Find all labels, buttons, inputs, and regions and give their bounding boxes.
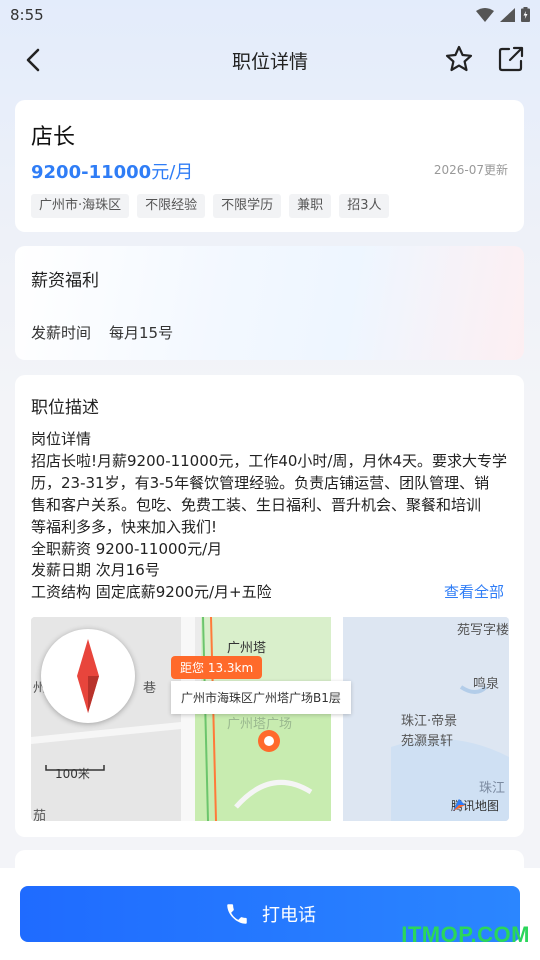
description-line: 工资结构 固定底薪9200元/月+五险: [31, 583, 272, 602]
battery-icon: [521, 7, 530, 22]
map-label-river: 珠江: [479, 781, 506, 796]
nav-bar: 职位详情: [0, 38, 540, 82]
phone-icon: [227, 904, 247, 924]
map-label-garden: 苑写字楼: [457, 623, 509, 638]
map-label-bottom-left: 茄: [33, 809, 47, 821]
status-bar: 8:55: [0, 0, 540, 32]
pay-time-label: 发薪时间: [31, 324, 92, 342]
star-icon[interactable]: [444, 44, 474, 74]
call-button-label: 打电话: [262, 905, 316, 926]
location-map[interactable]: 广州塔 苑写字楼 鸣泉 珠江·帝景 苑灏景轩 珠江 广州塔广场 州 巷 茄 距您…: [31, 617, 509, 821]
job-title: 店长: [31, 125, 76, 150]
signal-icon: [500, 7, 515, 22]
description-line: 发薪日期 次月16号: [31, 561, 160, 580]
map-label-left-2: 巷: [143, 681, 157, 696]
watermark: ITMOP.COM: [401, 922, 530, 947]
wifi-icon: [476, 7, 494, 22]
description-line: 等福利多多，快来加入我们!: [31, 517, 218, 536]
job-salary: 9200-11000元/月: [31, 158, 193, 184]
map-label-district-2: 苑灏景轩: [401, 734, 454, 749]
description-line: 岗位详情: [31, 430, 92, 448]
salary-benefits-card: 薪资福利 发薪时间 每月15号: [15, 246, 524, 360]
description-line: 招店长啦!月薪9200-11000元，工作40小时/周，月休4天。要求大专学: [31, 451, 508, 470]
job-description-card: 职位描述 岗位详情 招店长啦!月薪9200-11000元，工作40小时/周，月休…: [15, 375, 524, 837]
description-line: 历，23-31岁，有3-5年餐饮管理经验。负责店铺运营、团队管理、销: [31, 473, 490, 492]
location-pin-icon: [258, 730, 280, 752]
job-tags: 广州市·海珠区 不限经验 不限学历 兼职 招3人: [31, 194, 390, 218]
map-label-district-1: 珠江·帝景: [401, 714, 458, 729]
salary-range: 9200-11000: [31, 162, 152, 183]
description-text: 岗位详情 招店长啦!月薪9200-11000元，工作40小时/周，月休4天。要求…: [31, 429, 511, 604]
map-label-tower: 广州塔: [227, 641, 267, 656]
tencent-map-icon: [452, 799, 465, 811]
tag-education: 不限学历: [213, 194, 282, 218]
share-icon[interactable]: [496, 44, 526, 74]
compass-needle-icon: [77, 639, 99, 713]
status-icons: [476, 7, 530, 22]
map-scale: 100米: [45, 765, 105, 782]
distance-badge: 距您 13.3km: [171, 656, 263, 679]
status-time: 8:55: [10, 6, 44, 24]
tag-experience: 不限经验: [137, 194, 206, 218]
map-provider-logo: 腾讯地图: [451, 797, 499, 814]
tag-location: 广州市·海珠区: [31, 194, 130, 218]
pay-time-row: 发薪时间 每月15号: [31, 322, 173, 343]
map-address-box: 广州市海珠区广州塔广场B1层: [171, 681, 351, 714]
job-summary-card: 店长 9200-11000元/月 2026-07更新 广州市·海珠区 不限经验 …: [15, 100, 524, 232]
tag-job-type: 兼职: [289, 194, 332, 218]
tag-headcount: 招3人: [339, 194, 390, 218]
scale-bar-icon: [45, 765, 105, 771]
map-label-mingquan: 鸣泉: [473, 677, 500, 692]
description-line: 全职薪资 9200-11000元/月: [31, 539, 223, 558]
salary-section-title: 薪资福利: [31, 271, 99, 291]
salary-unit: 元/月: [151, 162, 194, 183]
pay-time-value: 每月15号: [109, 324, 174, 342]
updated-date: 2026-07更新: [433, 163, 508, 177]
description-line: 售和客户关系。包吃、免费工装、生日福利、晋升机会、聚餐和培训: [31, 495, 482, 514]
description-section-title: 职位描述: [31, 398, 99, 418]
view-all-link[interactable]: 查看全部: [444, 581, 504, 602]
compass[interactable]: [41, 629, 135, 723]
